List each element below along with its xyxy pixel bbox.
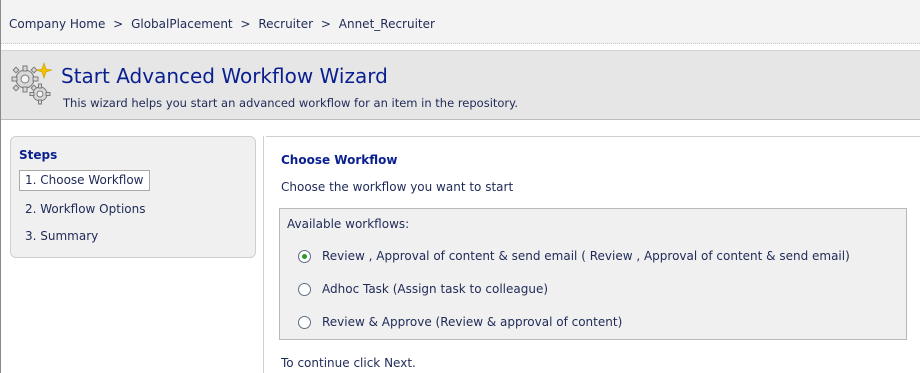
radio-button[interactable] bbox=[298, 315, 311, 329]
wizard-header: Start Advanced Workflow Wizard This wiza… bbox=[1, 50, 920, 120]
steps-title: Steps bbox=[19, 148, 58, 162]
steps-panel: Steps 1. Choose Workflow 2. Workflow Opt… bbox=[10, 136, 256, 258]
breadcrumb-separator: > bbox=[113, 17, 124, 31]
breadcrumb-trail: Company Home > GlobalPlacement > Recruit… bbox=[9, 17, 435, 31]
step-summary[interactable]: 3. Summary bbox=[25, 229, 98, 243]
workflow-gears-icon bbox=[11, 62, 53, 105]
continue-instruction: To continue click Next. bbox=[281, 356, 416, 370]
breadcrumb-separator: > bbox=[240, 17, 251, 31]
workflow-option-review-approval-email[interactable]: Review , Approval of content & send emai… bbox=[298, 247, 850, 265]
workflow-option-adhoc-task[interactable]: Adhoc Task (Assign task to colleague) bbox=[298, 280, 548, 298]
radio-button[interactable] bbox=[298, 282, 311, 296]
available-workflows-label: Available workflows: bbox=[287, 217, 410, 231]
section-title: Choose Workflow bbox=[281, 153, 398, 167]
breadcrumb-item-recruiter[interactable]: Recruiter bbox=[258, 17, 313, 31]
page-title: Start Advanced Workflow Wizard bbox=[61, 64, 388, 88]
workflow-option-label: Adhoc Task (Assign task to colleague) bbox=[322, 282, 549, 296]
radio-button-selected[interactable] bbox=[298, 249, 311, 263]
step-workflow-options[interactable]: 2. Workflow Options bbox=[25, 202, 145, 216]
panel-divider bbox=[263, 136, 264, 373]
workflow-option-label: Review & Approve (Review & approval of c… bbox=[322, 315, 623, 329]
section-description: Choose the workflow you want to start bbox=[281, 180, 514, 194]
breadcrumb-item-company-home[interactable]: Company Home bbox=[9, 17, 105, 31]
breadcrumb-item-globalplacement[interactable]: GlobalPlacement bbox=[131, 17, 233, 31]
content-top-border bbox=[266, 136, 920, 137]
available-workflows-box: Available workflows: Review , Approval o… bbox=[279, 208, 907, 340]
breadcrumb-separator: > bbox=[320, 17, 331, 31]
breadcrumb: Company Home > GlobalPlacement > Recruit… bbox=[1, 0, 920, 44]
workflow-option-label: Review , Approval of content & send emai… bbox=[322, 249, 850, 263]
page-description: This wizard helps you start an advanced … bbox=[63, 96, 518, 110]
step-choose-workflow[interactable]: 1. Choose Workflow bbox=[19, 170, 151, 191]
breadcrumb-item-annet-recruiter[interactable]: Annet_Recruiter bbox=[339, 17, 435, 31]
workflow-option-review-approve[interactable]: Review & Approve (Review & approval of c… bbox=[298, 313, 622, 331]
